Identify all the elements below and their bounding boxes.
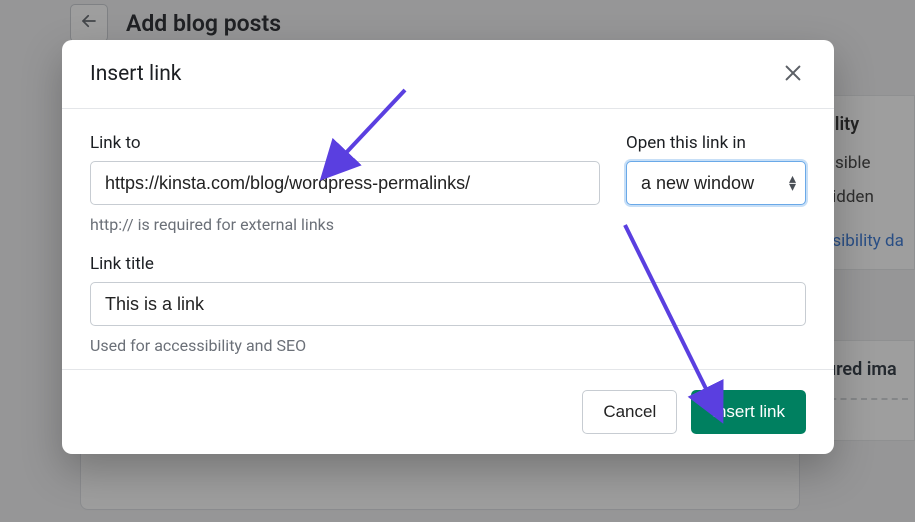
link-title-input[interactable] (90, 282, 806, 326)
link-title-helper: Used for accessibility and SEO (90, 336, 806, 355)
modal-header: Insert link (62, 40, 834, 109)
open-in-select[interactable]: ▴▾ (626, 161, 806, 205)
link-to-helper: http:// is required for external links (90, 215, 600, 234)
link-to-input[interactable] (90, 161, 600, 205)
insert-link-modal: Insert link Link to http:// is required … (62, 40, 834, 454)
close-button[interactable] (782, 62, 806, 86)
link-title-label: Link title (90, 254, 806, 274)
open-in-label: Open this link in (626, 133, 806, 153)
modal-body: Link to http:// is required for external… (62, 109, 834, 369)
open-in-value[interactable] (626, 161, 806, 205)
link-to-label: Link to (90, 133, 600, 153)
select-sort-icon: ▴▾ (789, 175, 796, 191)
cancel-button[interactable]: Cancel (582, 390, 677, 434)
open-in-field: Open this link in ▴▾ (626, 133, 806, 234)
link-title-field: Link title Used for accessibility and SE… (90, 254, 806, 355)
link-to-field: Link to http:// is required for external… (90, 133, 600, 234)
modal-title: Insert link (90, 62, 181, 86)
close-icon (782, 62, 804, 84)
modal-footer: Cancel Insert link (62, 369, 834, 454)
insert-link-button[interactable]: Insert link (691, 390, 806, 434)
